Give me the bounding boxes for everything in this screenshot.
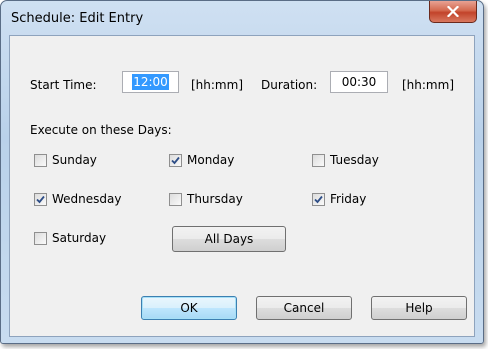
- checkbox-tuesday-label: Tuesday: [330, 153, 379, 167]
- duration-label: Duration:: [261, 78, 318, 92]
- checkbox-box[interactable]: [169, 192, 182, 206]
- duration-value: 00:30: [341, 75, 377, 89]
- start-time-input[interactable]: 12:00: [122, 71, 179, 93]
- checkbox-friday-label: Friday: [330, 192, 367, 206]
- cancel-button[interactable]: Cancel: [256, 296, 352, 320]
- checkbox-saturday[interactable]: Saturday: [34, 231, 106, 245]
- checkbox-box[interactable]: [34, 231, 47, 245]
- start-time-value: 12:00: [132, 74, 169, 90]
- dialog-window: Schedule: Edit Entry Start Time: 12:00 […: [0, 0, 484, 344]
- checkbox-monday[interactable]: Monday: [169, 153, 234, 167]
- dialog-body: Start Time: 12:00 [hh:mm] Duration: 00:3…: [9, 35, 475, 337]
- close-icon: [447, 6, 459, 17]
- checkbox-box[interactable]: [169, 153, 182, 167]
- start-time-unit: [hh:mm]: [191, 78, 243, 92]
- help-button[interactable]: Help: [371, 296, 467, 320]
- checkmark-icon: [36, 195, 45, 203]
- checkbox-box[interactable]: [312, 153, 325, 167]
- checkbox-thursday[interactable]: Thursday: [169, 192, 243, 206]
- checkbox-wednesday-label: Wednesday: [52, 192, 122, 206]
- checkbox-monday-label: Monday: [187, 153, 235, 167]
- checkbox-friday[interactable]: Friday: [312, 192, 366, 206]
- checkbox-sunday-label: Sunday: [52, 153, 97, 167]
- checkbox-thursday-label: Thursday: [187, 192, 243, 206]
- checkbox-box[interactable]: [312, 192, 325, 206]
- window-title: Schedule: Edit Entry: [11, 11, 144, 26]
- checkbox-box[interactable]: [34, 192, 47, 206]
- checkbox-sunday[interactable]: Sunday: [34, 153, 97, 167]
- checkmark-icon: [171, 156, 180, 164]
- title-bar[interactable]: Schedule: Edit Entry: [1, 1, 483, 35]
- ok-button[interactable]: OK: [141, 296, 237, 320]
- checkbox-saturday-label: Saturday: [52, 231, 107, 245]
- checkmark-icon: [314, 195, 323, 203]
- checkbox-tuesday[interactable]: Tuesday: [312, 153, 379, 167]
- start-time-label: Start Time:: [30, 78, 97, 92]
- duration-input[interactable]: 00:30: [330, 71, 388, 93]
- duration-unit: [hh:mm]: [402, 78, 454, 92]
- checkbox-box[interactable]: [34, 153, 47, 167]
- all-days-button[interactable]: All Days: [172, 226, 286, 252]
- close-button[interactable]: [429, 1, 477, 23]
- days-heading: Execute on these Days:: [30, 123, 172, 137]
- checkbox-wednesday[interactable]: Wednesday: [34, 192, 121, 206]
